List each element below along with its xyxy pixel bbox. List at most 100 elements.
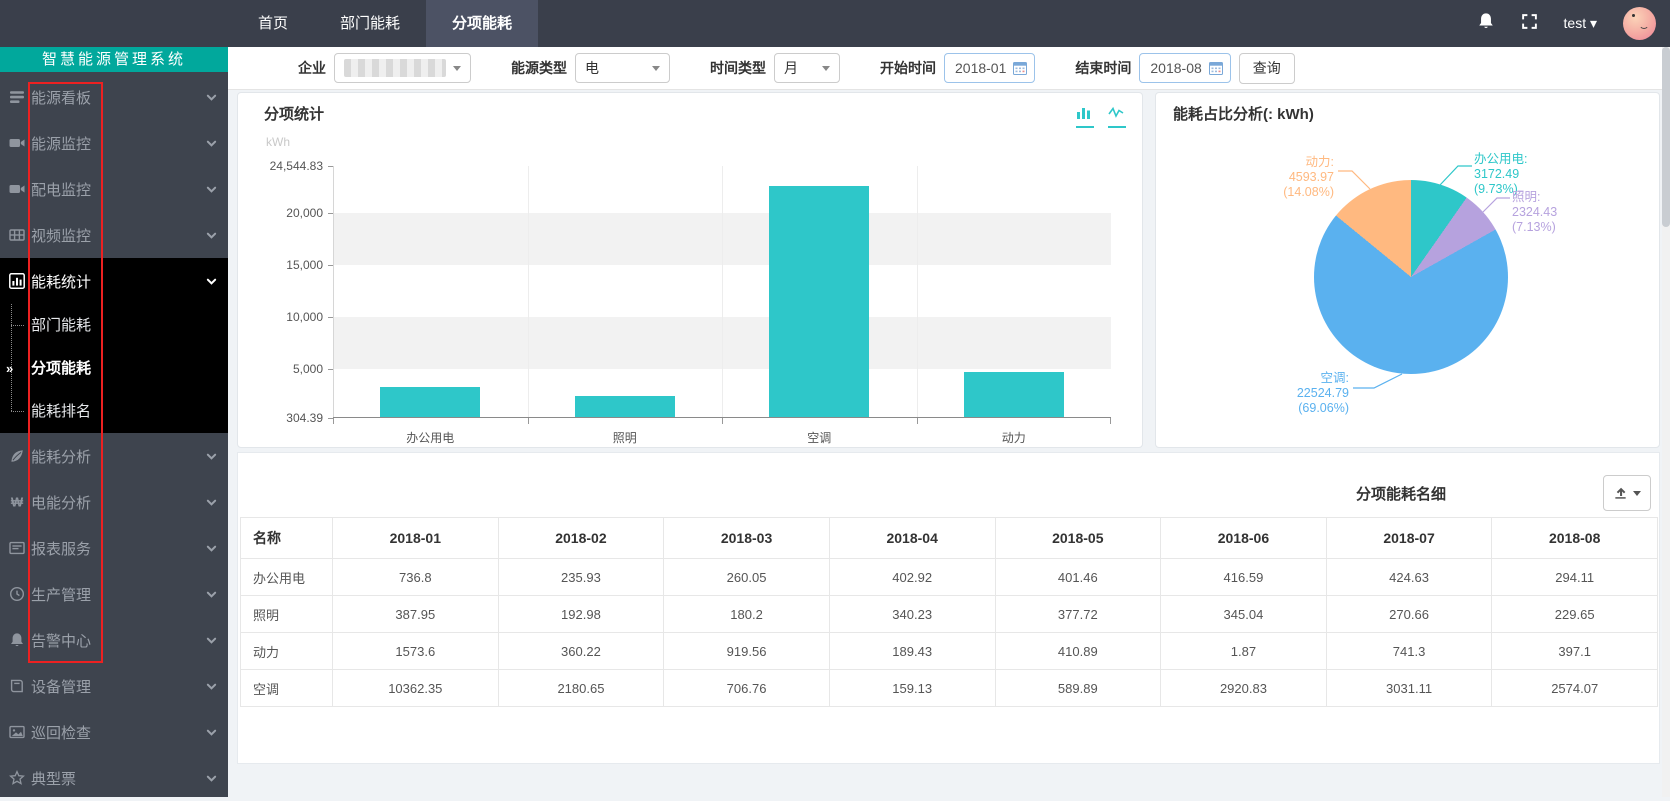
sidebar-item-13[interactable]: 典型票	[0, 755, 228, 801]
line-chart-toggle-icon[interactable]	[1108, 105, 1126, 128]
table-header-row: 名称2018-012018-022018-032018-042018-05201…	[241, 518, 1658, 559]
pie-label-空调: 空调:22524.79(69.06%)	[1297, 371, 1349, 416]
pie-chart-title: 能耗占比分析(: kWh)	[1173, 103, 1314, 124]
table-row: 照明387.95192.98180.2340.23377.72345.04270…	[241, 596, 1658, 633]
value-cell: 377.72	[995, 596, 1161, 633]
star-icon	[9, 770, 25, 786]
bar-照明[interactable]	[575, 396, 675, 417]
y-tick-mark	[328, 166, 333, 167]
sidebar-item-label: 巡回检查	[31, 722, 91, 743]
sidebar-item-4[interactable]: 视频监控	[0, 212, 228, 258]
bar-空调[interactable]	[769, 186, 869, 417]
report-icon	[9, 540, 25, 556]
query-button[interactable]: 查询	[1239, 53, 1295, 84]
chevron-down-icon	[206, 727, 216, 737]
column-header: 2018-02	[498, 518, 664, 559]
sidebar-item-10[interactable]: 告警中心	[0, 617, 228, 663]
notification-bell-icon[interactable]	[1477, 12, 1495, 35]
value-cell: 340.23	[829, 596, 995, 633]
row-name-cell: 办公用电	[241, 559, 333, 596]
active-subitem-arrow-icon: »	[6, 347, 13, 390]
column-header: 名称	[241, 518, 333, 559]
sidebar-item-9[interactable]: 生产管理	[0, 571, 228, 617]
sidebar-item-2[interactable]: 能源监控	[0, 120, 228, 166]
tab-2[interactable]: 部门能耗	[314, 0, 426, 47]
time-type-select[interactable]: 月	[774, 53, 840, 83]
sidebar-subitem-3[interactable]: 能耗排名	[0, 390, 228, 433]
sidebar-item-label: 能源监控	[31, 133, 91, 154]
app-root: { "brand": {"logo_prefix": "T", "logo_su…	[0, 0, 1670, 797]
value-cell: 424.63	[1326, 559, 1492, 596]
calendar-icon	[1013, 61, 1027, 75]
x-category-label: 动力	[1002, 429, 1026, 446]
value-cell: 1.87	[1161, 633, 1327, 670]
sidebar-item-5[interactable]: 能耗统计	[0, 258, 228, 304]
value-cell: 2920.83	[1161, 670, 1327, 707]
sidebar-subitem-2[interactable]: »分项能耗	[0, 347, 228, 390]
y-tick-mark	[328, 317, 333, 318]
sidebar-item-6[interactable]: 能耗分析	[0, 433, 228, 479]
tab-3[interactable]: 分项能耗	[426, 0, 538, 47]
column-header: 2018-05	[995, 518, 1161, 559]
tab-1[interactable]: 首页	[232, 0, 314, 47]
fullscreen-icon[interactable]	[1521, 13, 1538, 35]
pie-chart[interactable]	[1314, 180, 1508, 374]
x-category-label: 办公用电	[406, 429, 454, 446]
x-tick-mark	[917, 418, 918, 424]
vertical-scrollbar[interactable]	[1662, 47, 1670, 797]
sidebar-item-7[interactable]: ₩电能分析	[0, 479, 228, 525]
x-tick-mark	[722, 418, 723, 424]
sidebar-item-label: 电能分析	[31, 492, 91, 513]
grid-vline	[917, 166, 918, 418]
chevron-down-icon	[206, 497, 216, 507]
bar-办公用电[interactable]	[380, 387, 480, 417]
sidebar-item-label: 告警中心	[31, 630, 91, 651]
value-cell: 416.59	[1161, 559, 1327, 596]
sidebar-item-8[interactable]: 报表服务	[0, 525, 228, 571]
end-time-label: 结束时间	[1075, 58, 1131, 78]
start-time-input[interactable]: 2018-01	[944, 53, 1035, 83]
sidebar-item-label: 能耗分析	[31, 446, 91, 467]
y-tick-label: 304.39	[228, 411, 323, 425]
value-cell: 360.22	[498, 633, 664, 670]
tree-connector	[11, 325, 24, 326]
chevron-down-icon	[206, 635, 216, 645]
bar-动力[interactable]	[964, 372, 1064, 417]
leaf-icon	[9, 448, 25, 464]
bar-chart-toggle-icon[interactable]	[1076, 105, 1094, 128]
sidebar-subitem-1[interactable]: 部门能耗	[0, 304, 228, 347]
sidebar-item-1[interactable]: 能源看板	[0, 74, 228, 120]
chart-type-toolbar	[1076, 105, 1126, 128]
value-cell: 159.13	[829, 670, 995, 707]
avatar[interactable]	[1623, 7, 1656, 40]
sidebar-submenu: 部门能耗»分项能耗能耗排名	[0, 304, 228, 433]
start-time-value: 2018-01	[955, 60, 1006, 76]
export-button[interactable]	[1603, 475, 1651, 511]
energy-type-select[interactable]: 电	[575, 53, 670, 83]
user-menu[interactable]: test ▾	[1564, 15, 1597, 32]
value-cell: 387.95	[333, 596, 499, 633]
column-header: 2018-07	[1326, 518, 1492, 559]
sidebar-item-3[interactable]: 配电监控	[0, 166, 228, 212]
value-cell: 229.65	[1492, 596, 1658, 633]
scrollbar-thumb[interactable]	[1662, 47, 1670, 227]
sidebar-item-label: 典型票	[31, 768, 76, 789]
chevron-down-icon	[206, 773, 216, 783]
row-name-cell: 照明	[241, 596, 333, 633]
column-header: 2018-06	[1161, 518, 1327, 559]
value-cell: 589.89	[995, 670, 1161, 707]
value-cell: 180.2	[664, 596, 830, 633]
time-type-label: 时间类型	[710, 58, 766, 78]
value-cell: 736.8	[333, 559, 499, 596]
value-cell: 741.3	[1326, 633, 1492, 670]
sidebar-item-11[interactable]: 设备管理	[0, 663, 228, 709]
sidebar-item-label: 能耗统计	[31, 271, 91, 292]
chevron-down-icon	[206, 543, 216, 553]
chevron-down-icon	[206, 92, 216, 102]
enterprise-select[interactable]	[334, 53, 471, 83]
value-cell: 294.11	[1492, 559, 1658, 596]
end-time-input[interactable]: 2018-08	[1139, 53, 1230, 83]
row-name-cell: 空调	[241, 670, 333, 707]
sidebar-item-12[interactable]: 巡回检查	[0, 709, 228, 755]
x-tick-mark	[528, 418, 529, 424]
